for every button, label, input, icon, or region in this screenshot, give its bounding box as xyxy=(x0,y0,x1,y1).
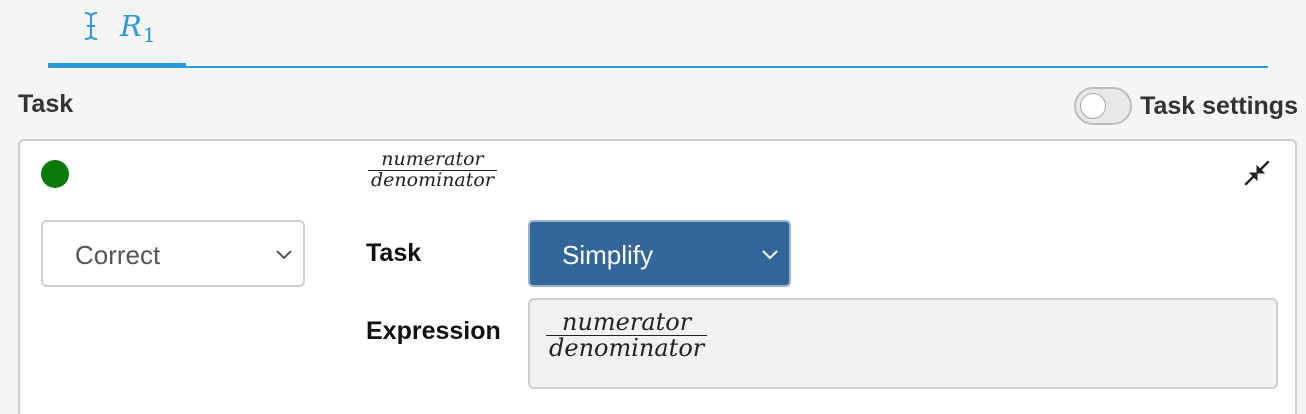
task-settings-label: Task settings xyxy=(1140,91,1298,120)
page: R1 Task Task settings numerator denomina… xyxy=(0,0,1306,414)
chevron-down-icon xyxy=(276,250,292,260)
task-settings-toggle[interactable]: Task settings xyxy=(1074,86,1298,126)
tab-label: R1 xyxy=(120,9,156,47)
chevron-down-icon xyxy=(762,250,778,260)
task-select-value: Simplify xyxy=(562,240,654,270)
tab-r1[interactable]: R1 xyxy=(48,0,186,68)
toggle-switch[interactable] xyxy=(1074,87,1133,125)
toggle-knob xyxy=(1080,93,1107,119)
section-title: Task xyxy=(18,90,74,118)
header-denominator: denominator xyxy=(371,168,494,191)
status-dot xyxy=(41,160,69,188)
tab-bar: R1 xyxy=(48,0,1268,68)
task-select[interactable]: Simplify xyxy=(528,220,791,287)
task-card: numerator denominator Correct Task Simpl… xyxy=(18,139,1297,414)
expression-numerator: numerator xyxy=(562,308,692,336)
text-cursor-icon xyxy=(84,12,98,40)
expression-fraction: numerator denominator xyxy=(546,308,708,363)
result-select[interactable]: Correct xyxy=(41,220,305,287)
task-label: Task xyxy=(366,239,422,267)
header-numerator: numerator xyxy=(381,148,484,170)
expression-input[interactable]: numerator denominator xyxy=(528,298,1278,389)
collapse-arrows-icon[interactable] xyxy=(1243,159,1271,187)
result-select-value: Correct xyxy=(75,240,161,270)
expression-label: Expression xyxy=(366,317,501,345)
header-fraction: numerator denominator xyxy=(368,148,497,191)
expression-denominator: denominator xyxy=(549,334,705,363)
